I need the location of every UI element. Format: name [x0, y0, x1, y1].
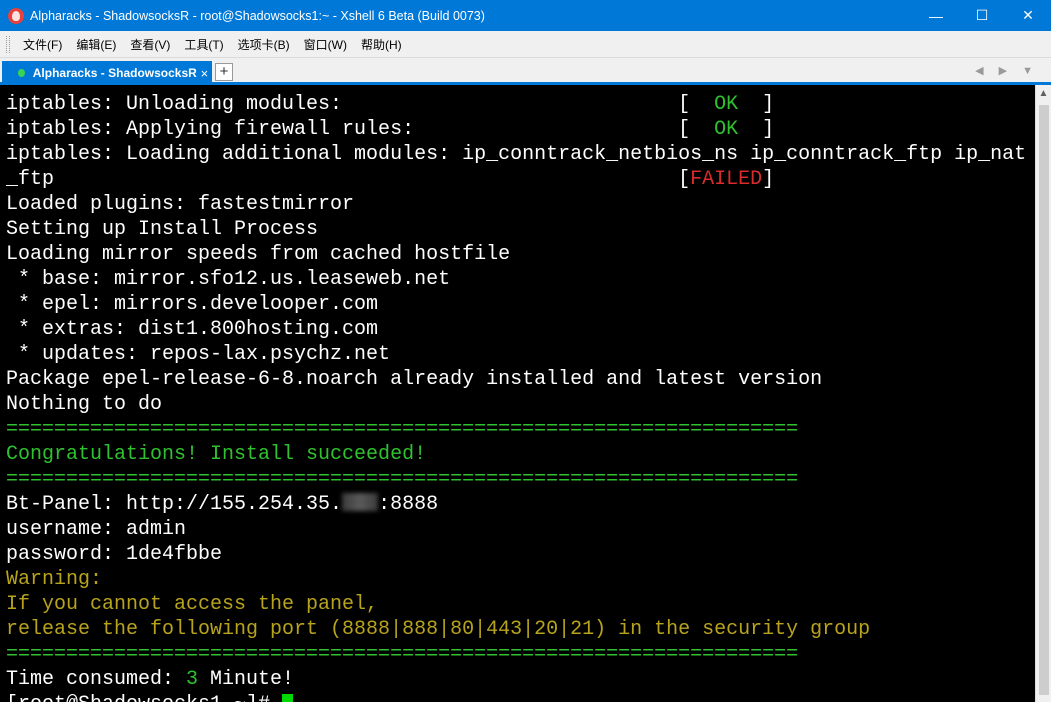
- terminal-line: * updates: repos-lax.psychz.net: [6, 342, 1035, 367]
- terminal-line-text: Setting up Install Process: [6, 218, 319, 241]
- terminal-line: [root@Shadowsocks1 ~]#: [6, 692, 1035, 702]
- terminal-line: password: 1de4fbbe: [6, 542, 1035, 567]
- menu-grip-icon: [6, 35, 10, 53]
- terminal-line-text: * base: mirror.sfo12.us.leaseweb.net: [6, 268, 451, 291]
- status-badge: FAILED: [690, 168, 763, 191]
- connected-status-icon: [18, 69, 25, 77]
- scroll-thumb[interactable]: [1039, 105, 1049, 695]
- terminal-line: If you cannot access the panel,: [6, 592, 1035, 617]
- terminal-line: ========================================…: [6, 467, 1035, 492]
- menu-window[interactable]: 窗口(W): [297, 36, 354, 53]
- redacted-ip-octet: [342, 493, 379, 511]
- terminal-line-text: * updates: repos-lax.psychz.net: [6, 343, 391, 366]
- menu-help[interactable]: 帮助(H): [354, 36, 409, 53]
- terminal-line: Congratulations! Install succeeded!: [6, 442, 1035, 467]
- terminal-line-text: [root@Shadowsocks1 ~]#: [6, 693, 282, 702]
- session-tab-bar: Alpharacks - ShadowsocksR × + ◀ ▶ ▼: [0, 58, 1051, 85]
- status-bracket-open: [: [678, 168, 691, 191]
- minimize-button[interactable]: —: [913, 0, 959, 31]
- terminal-line: _ftp [FAILED]: [6, 167, 1035, 192]
- terminal-line: * epel: mirrors.develooper.com: [6, 292, 1035, 317]
- xshell-window: Alpharacks - ShadowsocksR - root@Shadows…: [0, 0, 1051, 702]
- terminal-scrollbar[interactable]: ▲: [1035, 85, 1051, 702]
- terminal-line-text: ========================================…: [6, 643, 799, 666]
- status-bracket-close: ]: [738, 93, 775, 116]
- menu-bar: 文件(F) 编辑(E) 查看(V) 工具(T) 选项卡(B) 窗口(W) 帮助(…: [0, 31, 1051, 58]
- close-button[interactable]: ✕: [1005, 0, 1051, 31]
- terminal-line-text: If you cannot access the panel,: [6, 593, 379, 616]
- scroll-up-icon[interactable]: ▲: [1036, 85, 1051, 102]
- terminal-line: iptables: Applying firewall rules: [ OK …: [6, 117, 1035, 142]
- menu-tools[interactable]: 工具(T): [177, 36, 230, 53]
- new-tab-button[interactable]: +: [215, 63, 233, 81]
- xshell-app-icon[interactable]: [8, 7, 24, 24]
- tab-navigation-arrows[interactable]: ◀ ▶ ▼: [975, 64, 1039, 77]
- terminal-line-text: password: 1de4fbbe: [6, 543, 223, 566]
- terminal-line: ========================================…: [6, 642, 1035, 667]
- status-bracket-close: ]: [762, 168, 775, 191]
- terminal-line: username: admin: [6, 517, 1035, 542]
- terminal-line: ========================================…: [6, 417, 1035, 442]
- terminal-line-text: iptables: Loading additional modules: ip…: [6, 143, 1027, 166]
- terminal-line-text: Loaded plugins: fastestmirror: [6, 193, 355, 216]
- terminal-line-text: _ftp: [6, 168, 679, 191]
- terminal-line: Loading mirror speeds from cached hostfi…: [6, 242, 1035, 267]
- terminal-line: iptables: Loading additional modules: ip…: [6, 142, 1035, 167]
- terminal-line: Loaded plugins: fastestmirror: [6, 192, 1035, 217]
- terminal-output[interactable]: iptables: Unloading modules: [ OK ] iptab…: [0, 88, 1035, 702]
- terminal-line: Nothing to do: [6, 392, 1035, 417]
- terminal-line: release the following port (8888|888|80|…: [6, 617, 1035, 642]
- terminal-line: Warning:: [6, 567, 1035, 592]
- menu-edit[interactable]: 编辑(E): [69, 36, 123, 53]
- terminal-line-suffix: :8888: [378, 493, 439, 516]
- tab-alpharacks-shadowsocksr[interactable]: Alpharacks - ShadowsocksR ×: [2, 61, 212, 85]
- terminal-line-text: ========================================…: [6, 418, 799, 441]
- terminal-line-text: Congratulations! Install succeeded!: [6, 443, 427, 466]
- status-bracket-open: [: [678, 118, 715, 141]
- terminal-line-text: * epel: mirrors.develooper.com: [6, 293, 379, 316]
- terminal-line-text: iptables: Applying firewall rules:: [6, 118, 679, 141]
- status-bracket-close: ]: [738, 118, 775, 141]
- terminal-line-text: Package epel-release-6-8.noarch already …: [6, 368, 823, 391]
- terminal-line-text: Bt-Panel: http://155.254.35.: [6, 493, 343, 516]
- terminal-line: Bt-Panel: http://155.254.35. :8888: [6, 492, 1035, 517]
- title-bar[interactable]: Alpharacks - ShadowsocksR - root@Shadows…: [0, 0, 1051, 31]
- terminal-line-text: Loading mirror speeds from cached hostfi…: [6, 243, 511, 266]
- maximize-button[interactable]: ☐: [959, 0, 1005, 31]
- terminal-line-text: username: admin: [6, 518, 187, 541]
- terminal-line: Setting up Install Process: [6, 217, 1035, 242]
- menu-view[interactable]: 查看(V): [123, 36, 177, 53]
- terminal-line: * extras: dist1.800hosting.com: [6, 317, 1035, 342]
- terminal-line: iptables: Unloading modules: [ OK ]: [6, 92, 1035, 117]
- menu-file[interactable]: 文件(F): [16, 36, 69, 53]
- terminal-line-text: ========================================…: [6, 468, 799, 491]
- status-bracket-open: [: [678, 93, 715, 116]
- terminal-line-text: Warning:: [6, 568, 103, 591]
- tab-close-icon[interactable]: ×: [197, 66, 212, 81]
- time-value: 3: [186, 668, 199, 691]
- terminal-line: Package epel-release-6-8.noarch already …: [6, 367, 1035, 392]
- terminal-line-text: release the following port (8888|888|80|…: [6, 618, 871, 641]
- terminal-line-text: Nothing to do: [6, 393, 163, 416]
- window-title: Alpharacks - ShadowsocksR - root@Shadows…: [30, 8, 485, 23]
- tab-label: Alpharacks - ShadowsocksR: [32, 66, 197, 80]
- status-badge: OK: [714, 93, 739, 116]
- terminal-line: * base: mirror.sfo12.us.leaseweb.net: [6, 267, 1035, 292]
- terminal-line-text: * extras: dist1.800hosting.com: [6, 318, 379, 341]
- terminal-line-suffix: Minute!: [198, 668, 295, 691]
- terminal-line-text: Time consumed:: [6, 668, 187, 691]
- terminal-line-text: iptables: Unloading modules:: [6, 93, 679, 116]
- terminal-cursor: [282, 694, 294, 702]
- menu-tabs[interactable]: 选项卡(B): [231, 36, 297, 53]
- terminal-line: Time consumed: 3 Minute!: [6, 667, 1035, 692]
- status-badge: OK: [714, 118, 739, 141]
- window-controls: — ☐ ✕: [913, 0, 1051, 31]
